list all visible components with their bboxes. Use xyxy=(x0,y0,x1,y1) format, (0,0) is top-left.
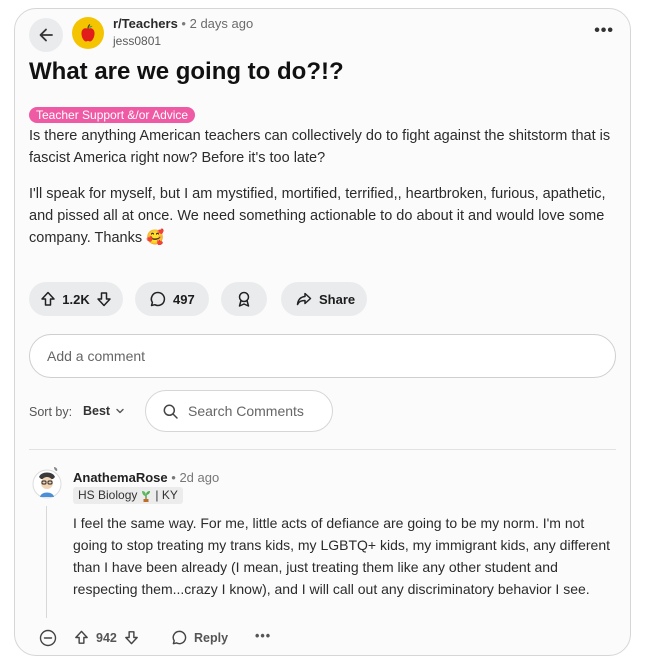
upvote-icon[interactable] xyxy=(73,629,90,646)
post-title: What are we going to do?!? xyxy=(29,58,344,85)
user-flair: HS Biology | KY xyxy=(73,487,183,504)
meta-separator: • xyxy=(181,16,186,31)
comment-count: 497 xyxy=(173,291,195,307)
award-button[interactable] xyxy=(221,282,267,316)
commenter-avatar[interactable] xyxy=(32,464,62,500)
comment-header: AnathemaRose • 2d ago xyxy=(73,470,219,485)
post-age: 2 days ago xyxy=(189,16,254,31)
award-icon xyxy=(238,291,250,307)
collapse-thread-button[interactable] xyxy=(39,629,57,647)
comment-icon xyxy=(150,291,166,307)
comments-button[interactable]: 497 xyxy=(135,282,209,316)
reply-button[interactable]: Reply xyxy=(171,629,228,646)
search-placeholder: Search Comments xyxy=(188,403,304,419)
comment-vote-bar: 942 xyxy=(73,629,140,646)
reply-label: Reply xyxy=(194,630,229,645)
back-arrow-icon xyxy=(39,28,53,42)
comment-vote-count: 942 xyxy=(96,630,117,645)
post-header: r/Teachers • 2 days ago xyxy=(113,16,253,31)
post-body-paragraph-2: I'll speak for myself, but I am mystifie… xyxy=(29,186,606,246)
subreddit-avatar[interactable] xyxy=(72,17,104,49)
downvote-icon[interactable] xyxy=(95,290,113,308)
user-flair-text: HS Biology xyxy=(78,488,138,502)
downvote-icon[interactable] xyxy=(123,629,140,646)
divider xyxy=(29,449,616,450)
add-comment-input[interactable]: Add a comment xyxy=(29,334,616,378)
chevron-down-icon xyxy=(116,408,124,414)
sort-value: Best xyxy=(83,404,111,418)
search-icon xyxy=(163,404,178,419)
sort-label: Sort by: xyxy=(29,405,73,419)
comment-separator: • xyxy=(171,470,176,485)
apple-icon xyxy=(81,24,95,42)
comment-more-icon[interactable]: ••• xyxy=(255,629,271,643)
post-flair[interactable]: Teacher Support &/or Advice xyxy=(29,107,196,123)
share-button[interactable]: Share xyxy=(281,282,367,316)
user-flair-location: | KY xyxy=(155,488,178,502)
comment-icon xyxy=(172,630,187,645)
post-card: r/Teachers • 2 days ago jess0801 ••• Wha… xyxy=(14,8,631,656)
comment-age: 2d ago xyxy=(179,470,220,485)
collapse-icon xyxy=(39,629,57,647)
comment-author[interactable]: AnathemaRose xyxy=(73,470,168,485)
back-button[interactable] xyxy=(29,18,63,52)
vote-bar: 1.2K xyxy=(29,282,123,316)
vote-count: 1.2K xyxy=(62,291,90,307)
share-label: Share xyxy=(319,291,356,307)
comment-body: I feel the same way. For me, little acts… xyxy=(73,515,611,597)
post-author[interactable]: jess0801 xyxy=(113,34,161,48)
thread-line[interactable] xyxy=(46,506,47,618)
sort-dropdown[interactable]: Best xyxy=(83,404,125,418)
subreddit-link[interactable]: r/Teachers xyxy=(113,16,178,31)
more-options-icon[interactable]: ••• xyxy=(594,22,614,40)
post-body-paragraph-1: Is there anything American teachers can … xyxy=(29,128,611,166)
upvote-icon[interactable] xyxy=(39,290,57,308)
plant-icon xyxy=(142,491,151,502)
share-icon xyxy=(296,292,312,306)
search-comments-input[interactable]: Search Comments xyxy=(145,390,333,432)
